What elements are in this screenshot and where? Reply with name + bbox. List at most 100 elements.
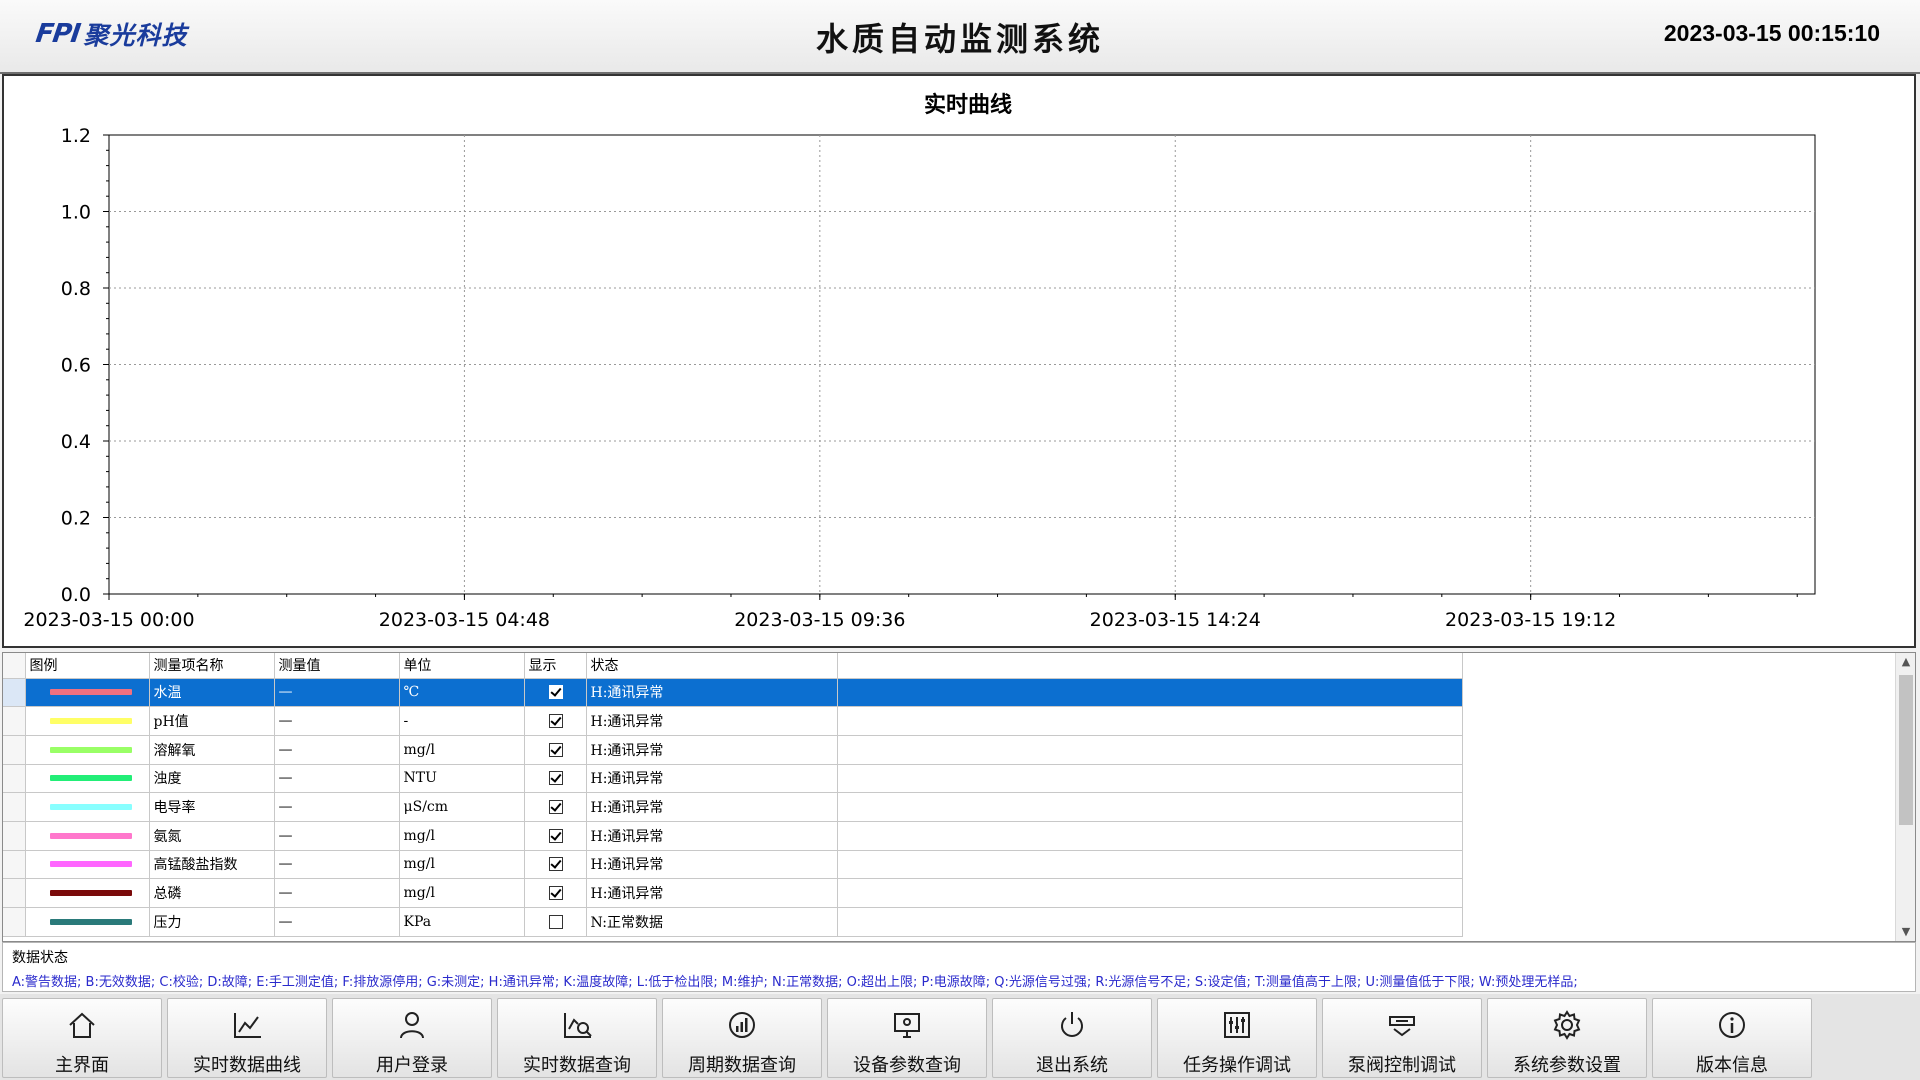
legend-cell bbox=[25, 850, 150, 880]
status-cell: H:通讯异常 bbox=[586, 850, 838, 880]
col-header-status[interactable]: 状态 bbox=[586, 653, 838, 679]
filler-cell bbox=[837, 850, 1463, 880]
y-tick-label: 1.2 bbox=[61, 125, 91, 147]
table-row[interactable]: 氨氮 — mg/l H:通讯异常 bbox=[3, 821, 1463, 851]
nav-button-label: 实时数据曲线 bbox=[193, 1055, 301, 1076]
legend-cell bbox=[25, 821, 150, 851]
nav-button-valve[interactable]: 泵阀控制调试 bbox=[1322, 998, 1482, 1078]
row-header[interactable] bbox=[3, 792, 26, 822]
nav-button-label: 设备参数查询 bbox=[853, 1055, 961, 1076]
table-row[interactable]: 溶解氧 — mg/l H:通讯异常 bbox=[3, 735, 1463, 765]
nav-button-signal-chart[interactable]: 周期数据查询 bbox=[662, 998, 822, 1078]
line-chart-icon bbox=[231, 999, 263, 1045]
col-header-name[interactable]: 测量项名称 bbox=[149, 653, 275, 679]
value-cell: — bbox=[274, 706, 400, 736]
table-row[interactable]: 高锰酸盐指数 — mg/l H:通讯异常 bbox=[3, 850, 1463, 880]
col-header-legend[interactable]: 图例 bbox=[25, 653, 150, 679]
col-header-value[interactable]: 测量值 bbox=[274, 653, 400, 679]
item-name-cell: 高锰酸盐指数 bbox=[149, 850, 275, 880]
nav-button-line-chart[interactable]: 实时数据曲线 bbox=[167, 998, 327, 1078]
status-legend-title: 数据状态 bbox=[12, 950, 68, 966]
display-checkbox[interactable] bbox=[548, 742, 563, 757]
value-cell: — bbox=[274, 678, 400, 708]
y-tick-label: 0.8 bbox=[61, 278, 91, 300]
unit-cell: ℃ bbox=[399, 678, 525, 708]
scroll-thumb[interactable] bbox=[1899, 675, 1913, 825]
legend-cell bbox=[25, 792, 150, 822]
legend-swatch bbox=[49, 918, 132, 925]
item-name-cell: 电导率 bbox=[149, 792, 275, 822]
display-checkbox[interactable] bbox=[548, 857, 563, 872]
filler-cell bbox=[837, 792, 1463, 822]
y-tick-label: 0.0 bbox=[61, 584, 91, 606]
row-header[interactable] bbox=[3, 678, 26, 708]
legend-cell bbox=[25, 706, 150, 736]
table-scrollbar[interactable]: ▲ ▼ bbox=[1895, 653, 1915, 941]
table-row[interactable]: 压力 — KPa N:正常数据 bbox=[3, 907, 1463, 937]
row-header[interactable] bbox=[3, 907, 26, 937]
user-icon bbox=[396, 999, 428, 1045]
legend-cell bbox=[25, 735, 150, 765]
col-header-filler bbox=[837, 653, 1463, 679]
row-header[interactable] bbox=[3, 764, 26, 794]
item-name-cell: 溶解氧 bbox=[149, 735, 275, 765]
display-cell bbox=[524, 878, 587, 908]
col-header-display[interactable]: 显示 bbox=[524, 653, 587, 679]
scroll-down-icon[interactable]: ▼ bbox=[1896, 923, 1915, 941]
unit-cell: mg/l bbox=[399, 735, 525, 765]
value-cell: — bbox=[274, 792, 400, 822]
nav-button-chart-search[interactable]: 实时数据查询 bbox=[497, 998, 657, 1078]
valve-icon bbox=[1386, 999, 1418, 1045]
display-checkbox[interactable] bbox=[548, 714, 563, 729]
display-checkbox[interactable] bbox=[548, 800, 563, 815]
nav-button-user[interactable]: 用户登录 bbox=[332, 998, 492, 1078]
measurement-table-panel: 图例 测量项名称 测量值 单位 显示 状态 水温 — ℃ H:通讯异常 pH值 — - H:通… bbox=[2, 652, 1916, 942]
table-row[interactable]: 浊度 — NTU H:通讯异常 bbox=[3, 764, 1463, 794]
unit-cell: - bbox=[399, 706, 525, 736]
item-name-cell: 压力 bbox=[149, 907, 275, 937]
display-checkbox[interactable] bbox=[548, 886, 563, 901]
legend-cell bbox=[25, 878, 150, 908]
title-bar: FPI 聚光科技 水质自动监测系统 2023-03-15 00:15:10 bbox=[0, 0, 1920, 74]
nav-button-home[interactable]: 主界面 bbox=[2, 998, 162, 1078]
nav-button-monitor[interactable]: 设备参数查询 bbox=[827, 998, 987, 1078]
display-checkbox[interactable] bbox=[548, 771, 563, 786]
table-row[interactable]: 水温 — ℃ H:通讯异常 bbox=[3, 678, 1463, 708]
row-header[interactable] bbox=[3, 706, 26, 736]
nav-button-label: 实时数据查询 bbox=[523, 1055, 631, 1076]
display-checkbox[interactable] bbox=[548, 914, 563, 929]
row-header[interactable] bbox=[3, 735, 26, 765]
row-header[interactable] bbox=[3, 878, 26, 908]
nav-button-sliders[interactable]: 任务操作调试 bbox=[1157, 998, 1317, 1078]
filler-cell bbox=[837, 821, 1463, 851]
table-row[interactable]: 总磷 — mg/l H:通讯异常 bbox=[3, 878, 1463, 908]
nav-button-info[interactable]: 版本信息 bbox=[1652, 998, 1812, 1078]
col-header-unit[interactable]: 单位 bbox=[399, 653, 525, 679]
scroll-up-icon[interactable]: ▲ bbox=[1896, 653, 1915, 671]
row-header[interactable] bbox=[3, 821, 26, 851]
filler-cell bbox=[837, 735, 1463, 765]
realtime-chart: 实时曲线 0.0 0.2 0.4 0.6 0.8 1.0 1.2 2023-03-15 00:0… bbox=[23, 92, 1816, 631]
nav-button-gear[interactable]: 系统参数设置 bbox=[1487, 998, 1647, 1078]
y-tick-label: 0.2 bbox=[61, 508, 91, 530]
display-checkbox[interactable] bbox=[548, 828, 563, 843]
chart-search-icon bbox=[561, 999, 593, 1045]
legend-cell bbox=[25, 764, 150, 794]
nav-button-power[interactable]: 退出系统 bbox=[992, 998, 1152, 1078]
x-tick-label: 2023-03-15 00:00 bbox=[23, 609, 194, 631]
row-header[interactable] bbox=[3, 850, 26, 880]
filler-cell bbox=[837, 878, 1463, 908]
table-row[interactable]: 电导率 — μS/cm H:通讯异常 bbox=[3, 792, 1463, 822]
nav-button-label: 系统参数设置 bbox=[1513, 1055, 1621, 1076]
y-tick-label: 0.4 bbox=[61, 431, 91, 453]
table-header-row: 图例 测量项名称 测量值 单位 显示 状态 bbox=[3, 653, 1463, 679]
display-cell bbox=[524, 678, 587, 708]
nav-button-label: 主界面 bbox=[55, 1055, 109, 1076]
y-tick-label: 1.0 bbox=[61, 202, 91, 224]
y-tick-label: 0.6 bbox=[61, 355, 91, 377]
monitor-icon bbox=[891, 999, 923, 1045]
display-checkbox[interactable] bbox=[548, 685, 563, 700]
status-legend-codes: A:警告数据; B:无效数据; C:校验; D:故障; E:手工测定值; F:排… bbox=[12, 975, 1578, 990]
table-row[interactable]: pH值 — - H:通讯异常 bbox=[3, 706, 1463, 736]
x-tick-label: 2023-03-15 19:12 bbox=[1445, 609, 1616, 631]
